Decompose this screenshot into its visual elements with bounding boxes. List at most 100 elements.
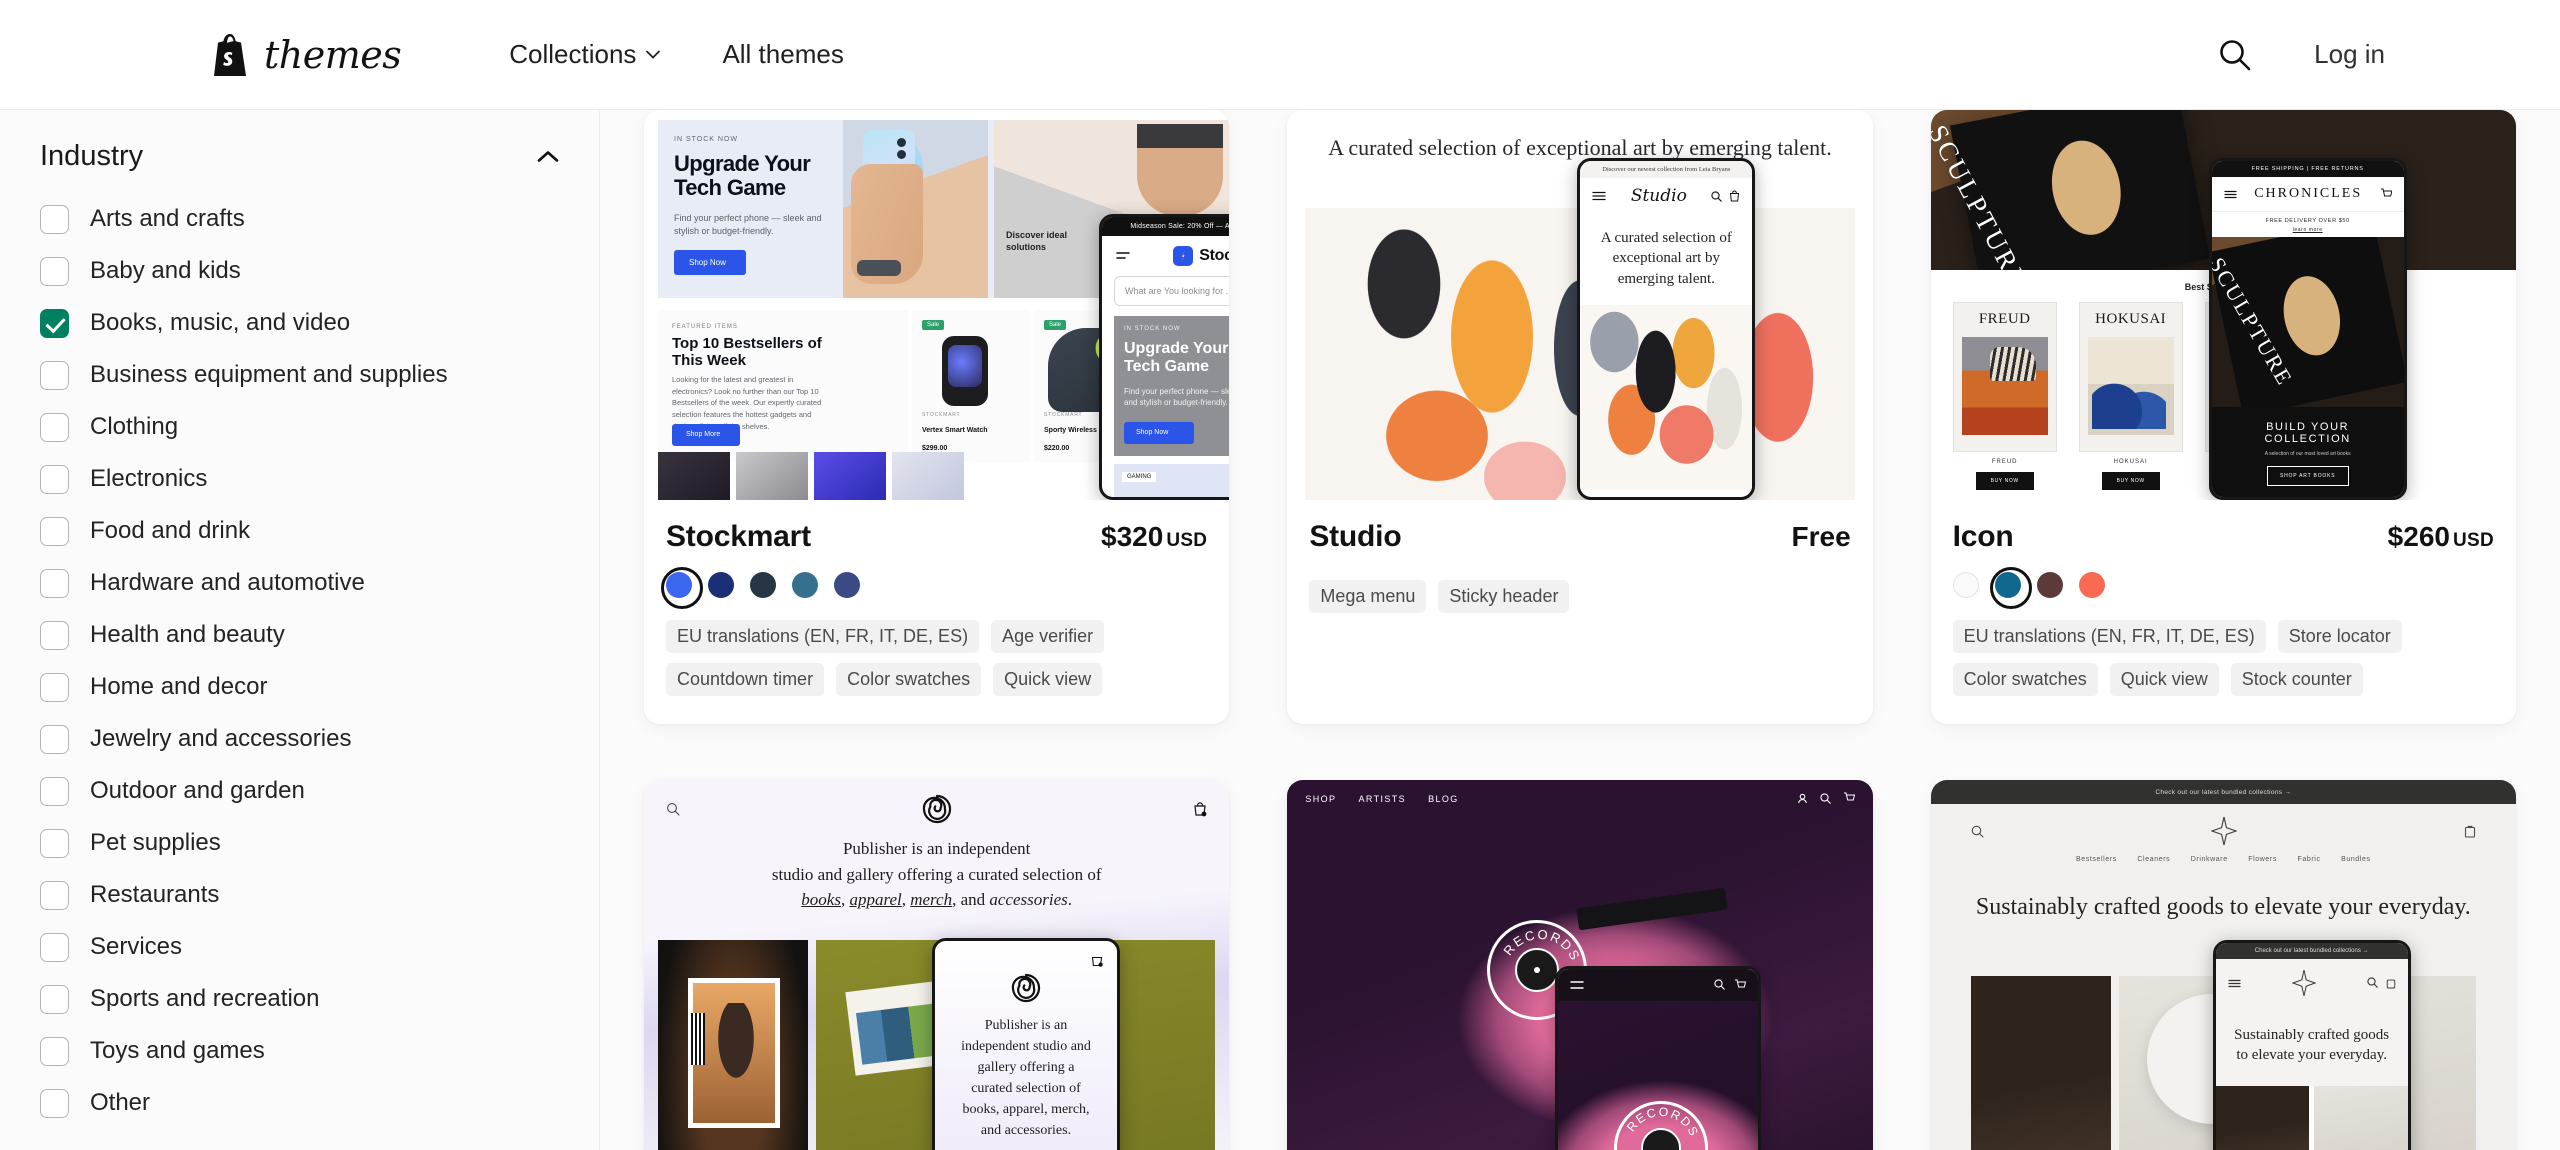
- shopping-bag-icon: [1091, 956, 1103, 967]
- watch-image: [942, 336, 988, 406]
- filter-option-business-equipment-and-supplies[interactable]: Business equipment and supplies: [40, 349, 559, 401]
- theme-card-records[interactable]: SHOP ARTISTS BLOG RECORDS RECORDS: [1287, 780, 1873, 1150]
- shopping-bag-icon: [1194, 802, 1207, 817]
- theme-title-row: Stockmart $320 USD: [666, 520, 1207, 554]
- theme-preview-studio: A curated selection of exceptional art b…: [1287, 110, 1873, 500]
- checkbox[interactable]: [40, 828, 69, 858]
- checkbox[interactable]: [40, 1036, 69, 1066]
- search-icon[interactable]: [2218, 38, 2252, 72]
- theme-card-studio[interactable]: A curated selection of exceptional art b…: [1287, 110, 1873, 724]
- color-swatch[interactable]: [792, 572, 818, 598]
- price-currency: USD: [1166, 530, 1208, 551]
- checkbox[interactable]: [40, 724, 69, 754]
- checkbox[interactable]: [40, 464, 69, 494]
- filter-option-arts-and-crafts[interactable]: Arts and crafts: [40, 193, 559, 245]
- mobile-footer-cta: SHOP ART BOOKS: [2266, 466, 2349, 486]
- theme-card-sustainable[interactable]: Check out our latest bundled collections…: [1930, 780, 2516, 1150]
- filter-option-outdoor-and-garden[interactable]: Outdoor and garden: [40, 765, 559, 817]
- theme-card-icon[interactable]: SCULPTURE Best Selling in Art FREUD FREU…: [1930, 110, 2516, 724]
- filter-option-clothing[interactable]: Clothing: [40, 401, 559, 453]
- mobile-note-text: FREE DELIVERY OVER $50: [2265, 218, 2350, 224]
- search-icon: [1711, 190, 1723, 202]
- book-cover: FREUD: [1952, 302, 2057, 452]
- filter-label: Books, music, and video: [90, 309, 351, 336]
- industry-option-list: Arts and crafts Baby and kids Books, mus…: [40, 193, 559, 1129]
- main-nav: Collections All themes: [509, 39, 844, 70]
- checkbox[interactable]: [40, 412, 69, 442]
- checkbox[interactable]: [40, 1088, 69, 1118]
- book-label: HOKUSAI: [2113, 459, 2148, 465]
- checkbox[interactable]: [40, 932, 69, 962]
- preview-top-bar: [644, 794, 1229, 824]
- filter-option-electronics[interactable]: Electronics: [40, 453, 559, 505]
- checkbox[interactable]: [40, 256, 69, 286]
- filter-option-hardware-and-automotive[interactable]: Hardware and automotive: [40, 557, 559, 609]
- filter-option-health-and-beauty[interactable]: Health and beauty: [40, 609, 559, 661]
- cart-icon: [1843, 792, 1855, 801]
- color-swatch[interactable]: [2036, 572, 2063, 598]
- color-swatch[interactable]: [1952, 572, 1979, 598]
- nav-item-artists: ARTISTS: [1358, 794, 1407, 804]
- sale-badge: Sale: [1044, 320, 1067, 330]
- filter-option-books-music-and-video[interactable]: Books, music, and video: [40, 297, 559, 349]
- chevron-up-icon[interactable]: [537, 150, 559, 163]
- filter-option-services[interactable]: Services: [40, 921, 559, 973]
- feature-tag: Stock counter: [2230, 663, 2363, 696]
- color-swatch[interactable]: [708, 572, 734, 598]
- industry-filter-header[interactable]: Industry: [40, 110, 559, 187]
- spiral-icon: [1011, 973, 1041, 1003]
- checkbox[interactable]: [40, 672, 69, 702]
- sale-badge: Sale: [922, 320, 945, 330]
- filter-option-food-and-drink[interactable]: Food and drink: [40, 505, 559, 557]
- preview-feature-block: FEATURED ITEMS Top 10 Bestsellers of Thi…: [658, 310, 908, 462]
- color-swatch-selected[interactable]: [1989, 567, 2032, 609]
- filter-option-other[interactable]: Other: [40, 1077, 559, 1129]
- filter-label: Services: [90, 933, 183, 960]
- theme-price: $260 USD: [2388, 521, 2494, 553]
- brand-logo-link[interactable]: themes: [210, 33, 402, 77]
- records-badge: RECORDS: [1614, 1101, 1709, 1150]
- hamburger-icon: [2228, 979, 2241, 987]
- preview-headline: A curated selection of exceptional art b…: [1328, 135, 1832, 160]
- headline-word-merch: merch: [910, 890, 953, 909]
- theme-card-stockmart[interactable]: IN STOCK NOW Upgrade Your Tech Game Find…: [644, 110, 1230, 724]
- checkbox[interactable]: [40, 620, 69, 650]
- feature-tags: Mega menu Sticky header: [1309, 580, 1850, 613]
- spiral-icon: [922, 794, 951, 824]
- search-icon: [1714, 979, 1726, 990]
- checkbox[interactable]: [40, 984, 69, 1014]
- account-icon: [1797, 793, 1807, 803]
- filter-option-jewelry-and-accessories[interactable]: Jewelry and accessories: [40, 713, 559, 765]
- nav-item-all-themes[interactable]: All themes: [722, 39, 843, 70]
- checkbox[interactable]: [40, 360, 69, 390]
- product-brand: STOCKMART: [922, 412, 961, 418]
- mobile-announcement: Midseason Sale: 20% Off — Auto Applied a…: [1102, 217, 1230, 236]
- filter-option-restaurants[interactable]: Restaurants: [40, 869, 559, 921]
- checkbox[interactable]: [40, 204, 69, 234]
- headline-word-apparel: apparel: [849, 890, 902, 909]
- mobile-mockup: RECORDS: [1555, 966, 1762, 1150]
- nav-item-collections[interactable]: Collections: [509, 39, 661, 70]
- checkbox[interactable]: [40, 880, 69, 910]
- filter-option-sports-and-recreation[interactable]: Sports and recreation: [40, 973, 559, 1025]
- nav-item-bestsellers: Bestsellers: [2076, 856, 2117, 863]
- nav-item-fabric: Fabric: [2297, 856, 2321, 863]
- color-swatch[interactable]: [834, 572, 860, 598]
- color-swatch[interactable]: [2078, 572, 2105, 598]
- login-link[interactable]: Log in: [2314, 39, 2385, 70]
- checkbox[interactable]: [40, 568, 69, 598]
- filter-option-toys-and-games[interactable]: Toys and games: [40, 1025, 559, 1077]
- filter-option-pet-supplies[interactable]: Pet supplies: [40, 817, 559, 869]
- hamburger-icon: [1116, 252, 1130, 259]
- nav-label-all-themes: All themes: [722, 39, 844, 69]
- filter-option-baby-and-kids[interactable]: Baby and kids: [40, 245, 559, 297]
- checkbox[interactable]: [40, 776, 69, 806]
- color-swatch-selected[interactable]: [661, 567, 703, 609]
- checkbox[interactable]: [40, 516, 69, 546]
- checkbox-checked[interactable]: [40, 308, 69, 338]
- theme-card-body: Stockmart $320 USD EU translations (EN, F…: [644, 500, 1229, 724]
- gaming-tag: GAMING: [1122, 472, 1157, 482]
- filter-option-home-and-decor[interactable]: Home and decor: [40, 661, 559, 713]
- theme-card-publisher[interactable]: Publisher is an independent studio and g…: [644, 780, 1230, 1150]
- color-swatch[interactable]: [750, 572, 776, 598]
